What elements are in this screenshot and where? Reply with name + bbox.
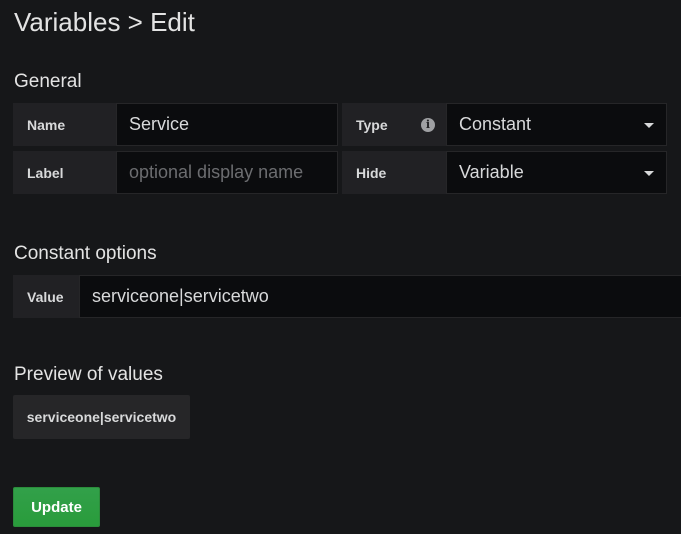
type-label: Type i: [342, 103, 446, 146]
page-title: Variables > Edit: [14, 7, 195, 37]
name-input[interactable]: Service: [116, 103, 338, 146]
preview-value-chip: serviceone|servicetwo: [13, 395, 190, 439]
name-label: Name: [13, 103, 116, 146]
type-select[interactable]: Constant: [446, 103, 667, 146]
value-input[interactable]: serviceone|servicetwo: [79, 275, 681, 318]
info-icon[interactable]: i: [421, 117, 435, 132]
preview-section-title: Preview of values: [14, 364, 163, 385]
caret-down-icon: [644, 170, 654, 176]
value-label: Value: [13, 275, 79, 318]
hide-select[interactable]: Variable: [446, 151, 667, 194]
general-section-title: General: [14, 71, 82, 92]
label-input[interactable]: optional display name: [116, 151, 338, 194]
constant-options-section-title: Constant options: [14, 243, 157, 264]
label-label: Label: [13, 151, 116, 194]
caret-down-icon: [644, 122, 654, 128]
hide-label: Hide: [342, 151, 446, 194]
type-label-text: Type: [356, 116, 388, 133]
update-button[interactable]: Update: [13, 487, 100, 527]
type-select-value: Constant: [459, 114, 532, 134]
variable-edit-page: Variables > Edit General Name Service Ty…: [0, 0, 681, 534]
hide-select-value: Variable: [459, 162, 524, 182]
